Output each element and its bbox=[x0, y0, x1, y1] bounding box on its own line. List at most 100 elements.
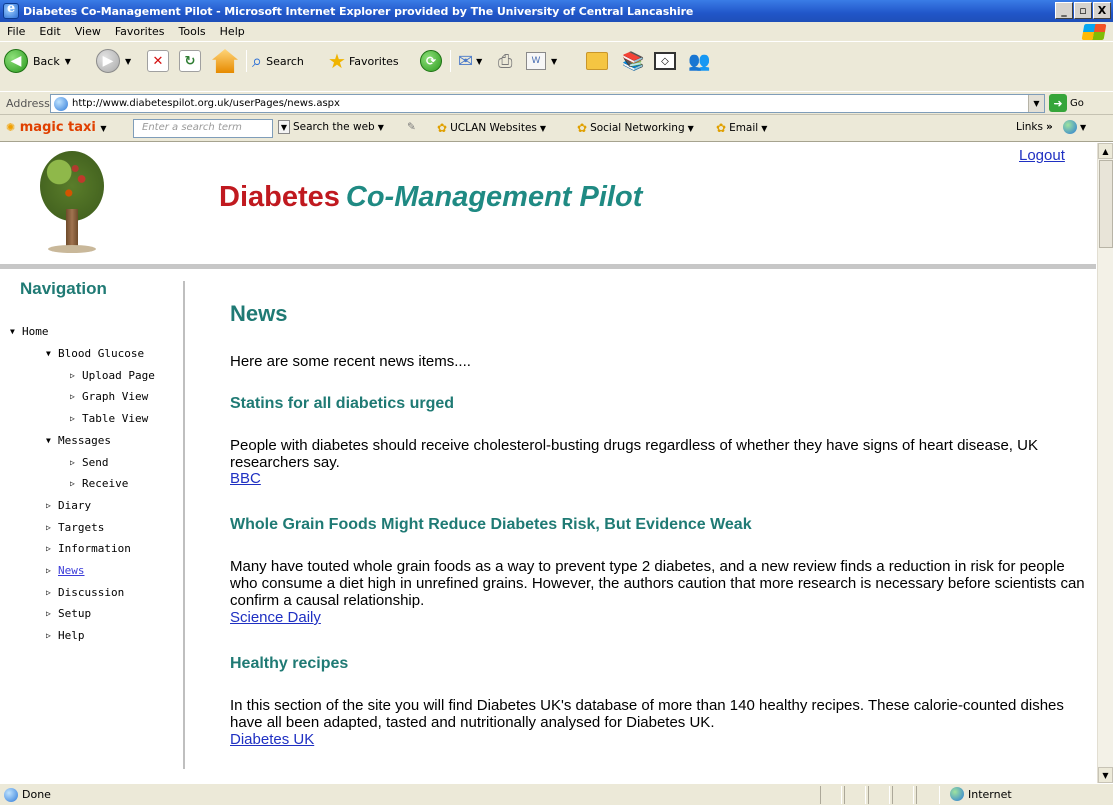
nav-item-home[interactable]: ▼ Home bbox=[10, 325, 49, 338]
nav-item-diary[interactable]: ▷ Diary bbox=[46, 499, 91, 512]
nav-item-messages[interactable]: ▼ Messages bbox=[46, 434, 111, 447]
menu-tools[interactable]: Tools bbox=[172, 25, 213, 38]
history-icon: ⟳ bbox=[420, 50, 442, 72]
search-web-button[interactable]: ▼ Search the web ▼ bbox=[278, 120, 384, 134]
nav-item-receive[interactable]: ▷ Receive bbox=[70, 477, 128, 490]
links-button[interactable]: Links » bbox=[1016, 121, 1053, 133]
nav-item-targets[interactable]: ▷ Targets bbox=[46, 521, 104, 534]
site-title: Diabetes Co-Management Pilot bbox=[219, 181, 643, 213]
toolbar-search-input[interactable]: Enter a search term bbox=[133, 119, 273, 138]
news-source-link[interactable]: Diabetes UK bbox=[230, 731, 314, 748]
highlighter-button[interactable]: ✎ bbox=[407, 121, 416, 133]
news-item-body: People with diabetes should receive chol… bbox=[230, 437, 1038, 471]
home-button[interactable] bbox=[212, 47, 238, 75]
menu-view[interactable]: View bbox=[68, 25, 108, 38]
messenger-icon: 👥 bbox=[688, 50, 711, 72]
folder-button[interactable] bbox=[586, 47, 608, 75]
nav-item-news[interactable]: ▷ News bbox=[46, 564, 85, 577]
menu-file[interactable]: File bbox=[0, 25, 32, 38]
menu-favorites[interactable]: Favorites bbox=[108, 25, 172, 38]
toolbar-divider bbox=[246, 50, 247, 72]
nav-item-discussion[interactable]: ▷ Discussion bbox=[46, 586, 124, 599]
go-button[interactable]: ➜ Go bbox=[1049, 94, 1084, 112]
stop-icon: ✕ bbox=[147, 50, 169, 72]
uclan-websites-button[interactable]: ✿ UCLAN Websites ▼ bbox=[437, 121, 546, 135]
search-button[interactable]: ⌕ Search bbox=[252, 47, 304, 75]
nav-item-blood-glucose[interactable]: ▼ Blood Glucose bbox=[46, 347, 144, 360]
news-item-title: Whole Grain Foods Might Reduce Diabetes … bbox=[230, 516, 752, 533]
status-segment bbox=[916, 786, 940, 804]
triangle-right-icon: ▷ bbox=[46, 566, 51, 575]
status-segment bbox=[892, 786, 914, 804]
research-icon: 📚 bbox=[622, 50, 645, 72]
email-button[interactable]: ✿ Email ▼ bbox=[716, 121, 767, 135]
menu-bar: File Edit View Favorites Tools Help bbox=[0, 22, 1113, 42]
navigation-title: Navigation bbox=[20, 279, 107, 298]
news-source-link[interactable]: BBC bbox=[230, 470, 261, 487]
favorites-button[interactable]: ★ Favorites bbox=[328, 47, 399, 75]
nav-item-graph-view[interactable]: ▷ Graph View bbox=[70, 390, 148, 403]
nav-item-help[interactable]: ▷ Help bbox=[46, 629, 85, 642]
news-item-title: Statins for all diabetics urged bbox=[230, 395, 455, 412]
chevron-down-icon: ▼ bbox=[1080, 122, 1087, 132]
flower-icon: ✿ bbox=[577, 121, 588, 135]
nav-item-send[interactable]: ▷ Send bbox=[70, 456, 109, 469]
triangle-right-icon: ▷ bbox=[46, 609, 51, 618]
extension-button[interactable]: ▼ bbox=[1063, 120, 1086, 134]
home-icon bbox=[212, 49, 238, 73]
scroll-down-arrow-icon[interactable]: ▼ bbox=[1098, 767, 1113, 783]
messenger-button[interactable]: 👥 bbox=[688, 47, 710, 75]
scroll-up-arrow-icon[interactable]: ▲ bbox=[1098, 143, 1113, 159]
minimize-button[interactable]: _ bbox=[1055, 2, 1073, 19]
chevron-down-icon[interactable]: ▼ bbox=[1028, 95, 1044, 112]
status-segment bbox=[868, 786, 890, 804]
logout-link[interactable]: Logout bbox=[1019, 147, 1065, 164]
address-bar: Address http://www.diabetespilot.org.uk/… bbox=[0, 91, 1113, 115]
print-button[interactable]: ⎙ bbox=[498, 47, 512, 75]
menu-help[interactable]: Help bbox=[213, 25, 252, 38]
history-button[interactable]: ⟳ bbox=[420, 47, 442, 75]
stop-button[interactable]: ✕ bbox=[147, 47, 169, 75]
sparkle-icon: ✺ bbox=[6, 121, 16, 134]
page-title: News bbox=[230, 301, 288, 326]
scrollbar-thumb[interactable] bbox=[1099, 160, 1113, 248]
nav-item-table-view[interactable]: ▷ Table View bbox=[70, 412, 148, 425]
page-viewport: Diabetes Co-Management Pilot Logout Navig… bbox=[0, 143, 1096, 783]
status-bar: Done Internet bbox=[0, 783, 1113, 805]
research-button[interactable]: 📚 bbox=[622, 47, 644, 75]
triangle-right-icon: ▷ bbox=[46, 501, 51, 510]
mail-button[interactable]: ✉ ▼ bbox=[458, 47, 482, 75]
page-icon bbox=[54, 96, 68, 111]
triangle-down-icon: ▼ bbox=[10, 327, 15, 336]
menu-edit[interactable]: Edit bbox=[32, 25, 67, 38]
nav-item-upload-page[interactable]: ▷ Upload Page bbox=[70, 369, 155, 382]
maximize-button[interactable]: ▫ bbox=[1074, 2, 1092, 19]
close-button[interactable]: X bbox=[1093, 2, 1111, 19]
chevron-down-icon: ▼ bbox=[377, 122, 384, 132]
flower-icon: ✿ bbox=[437, 121, 448, 135]
internet-globe-icon bbox=[950, 787, 964, 801]
refresh-button[interactable]: ↻ bbox=[179, 47, 201, 75]
page-done-icon bbox=[4, 787, 18, 802]
forward-button[interactable]: ▶ ▼ bbox=[96, 47, 131, 75]
social-networking-button[interactable]: ✿ Social Networking ▼ bbox=[577, 121, 694, 135]
nav-item-setup[interactable]: ▷ Setup bbox=[46, 607, 91, 620]
vertical-scrollbar[interactable]: ▲ ▼ bbox=[1097, 143, 1113, 783]
intro-text: Here are some recent news items.... bbox=[230, 353, 471, 370]
globe-icon bbox=[1063, 120, 1077, 134]
back-button[interactable]: ◀ Back ▼ bbox=[4, 47, 71, 75]
messenger-window-button[interactable]: ◇ bbox=[654, 47, 676, 75]
chevron-down-icon: ▼ bbox=[476, 56, 483, 66]
mail-icon: ✉ bbox=[458, 50, 474, 72]
folder-icon bbox=[586, 52, 608, 70]
chevron-down-icon: ▼ bbox=[278, 120, 290, 134]
chevron-down-icon: ▼ bbox=[64, 56, 71, 66]
pen-icon: ✎ bbox=[407, 121, 416, 133]
address-input[interactable]: http://www.diabetespilot.org.uk/userPage… bbox=[50, 94, 1045, 113]
go-arrow-icon: ➜ bbox=[1049, 94, 1067, 112]
news-source-link[interactable]: Science Daily bbox=[230, 609, 321, 626]
nav-item-information[interactable]: ▷ Information bbox=[46, 542, 131, 555]
address-url: http://www.diabetespilot.org.uk/userPage… bbox=[72, 98, 340, 109]
magic-taxi-button[interactable]: ✺ magic taxi ▼ bbox=[6, 120, 107, 135]
edit-button[interactable]: W ▼ bbox=[526, 47, 557, 75]
